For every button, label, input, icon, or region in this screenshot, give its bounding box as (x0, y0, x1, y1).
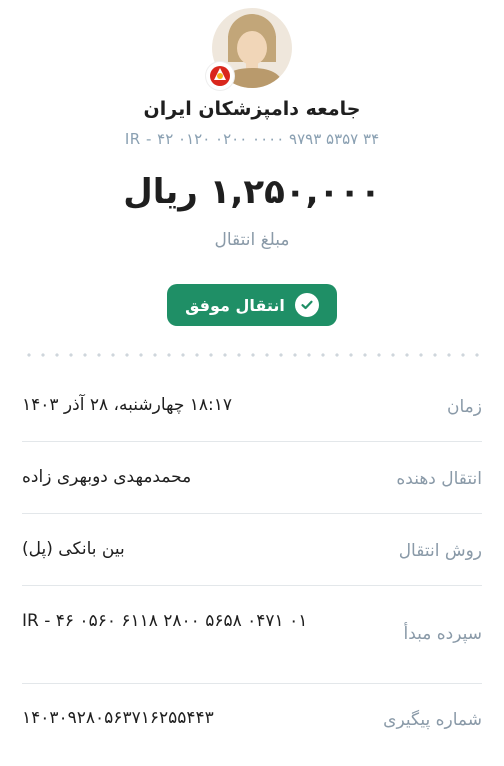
detail-value: محمدمهدی دوبهری زاده (22, 467, 192, 487)
detail-label: شماره پیگیری (383, 710, 482, 730)
check-circle-icon (294, 293, 319, 317)
detail-row-tracking-number: شماره پیگیری ۱۴۰۳۰۹۲۸۰۵۶۳۷۱۶۲۵۵۴۴۳ (22, 684, 482, 758)
detail-row-sender: انتقال دهنده محمدمهدی دوبهری زاده (22, 442, 482, 514)
transfer-amount: ۱,۲۵۰,۰۰۰ ریال (123, 172, 381, 212)
detail-value: بین بانکی (پل) (22, 539, 125, 559)
detail-label: روش انتقال (398, 541, 482, 561)
detail-label: سپرده مبدأ (403, 624, 482, 644)
bank-logo (206, 62, 234, 90)
status-label: انتقال موفق (185, 295, 285, 315)
detail-label: زمان (447, 397, 482, 417)
detail-row-source-account: سپرده مبدأ IR - ۴۶ ۰۵۶۰ ۶۱۱۸ ۲۸۰۰ ۵۶۵۸ ۰… (22, 586, 482, 684)
detail-label: انتقال دهنده (396, 469, 482, 489)
detail-value: IR - ۴۶ ۰۵۶۰ ۶۱۱۸ ۲۸۰۰ ۵۶۵۸ ۰۴۷۱ ۰۱ (22, 611, 308, 631)
recipient-name: جامعه دامپزشکان ایران (143, 98, 361, 120)
recipient-iban: IR - ۴۲ ۰۱۲۰ ۰۲۰۰ ۰۰۰۰ ۹۷۹۳ ۵۳۵۷ ۳۴ (124, 130, 380, 148)
detail-value: ۱۸:۱۷ چهارشنبه، ۲۸ آذر ۱۴۰۳ (22, 395, 233, 415)
detail-row-method: روش انتقال بین بانکی (پل) (22, 514, 482, 586)
bank-mellat-logo-icon (210, 66, 230, 86)
amount-label: مبلغ انتقال (214, 230, 290, 250)
detail-row-time: زمان ۱۸:۱۷ چهارشنبه، ۲۸ آذر ۱۴۰۳ (22, 370, 482, 442)
detail-value: ۱۴۰۳۰۹۲۸۰۵۶۳۷۱۶۲۵۵۴۴۳ (22, 708, 214, 728)
dotted-divider (22, 353, 482, 357)
status-badge: انتقال موفق (167, 284, 337, 326)
